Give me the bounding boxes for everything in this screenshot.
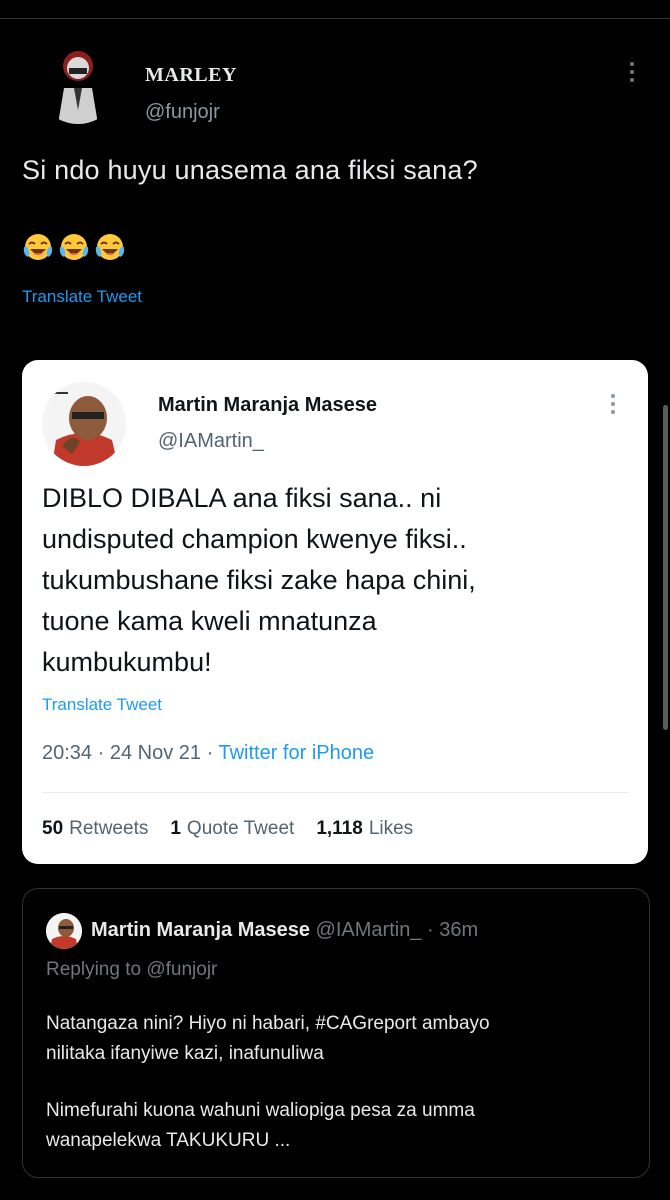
meta-separator: · xyxy=(206,742,214,764)
tweet-time[interactable]: 20:34 xyxy=(42,742,92,764)
face-with-tears-of-joy-icon xyxy=(59,234,89,260)
tweet-date[interactable]: 24 Nov 21 xyxy=(110,742,201,764)
reply-text-line: Natangaza nini? Hiyo ni habari, #CAGrepo… xyxy=(46,1013,490,1034)
tweet-timestamp-row: 20:34 · 24 Nov 21 · Twitter for iPhone xyxy=(42,742,374,765)
tweet-source-link[interactable]: Twitter for iPhone xyxy=(218,742,374,764)
marley-avatar[interactable] xyxy=(36,40,120,124)
more-options-icon[interactable] xyxy=(629,62,635,82)
quoted-text-line: tuone kama kweli mnatunza xyxy=(42,606,377,636)
quoted-author-name[interactable]: Martin Maranja Masese xyxy=(158,394,377,417)
retweets-stat[interactable]: 50 Retweets xyxy=(42,818,148,840)
quoted-tweet-card[interactable]: Martin Maranja Masese @IAMartin_ DIBLO D… xyxy=(22,360,648,864)
face-with-tears-of-joy-icon xyxy=(95,234,125,260)
quoted-text-line: kumbukumbu! xyxy=(42,647,212,677)
face-with-tears-of-joy-icon xyxy=(23,234,53,260)
reply-author-avatar[interactable] xyxy=(46,913,82,949)
reply-separator: · xyxy=(427,919,434,941)
martin-avatar[interactable] xyxy=(42,382,126,466)
quoted-tweet-text: DIBLO DIBALA ana fiksi sana.. ni undispu… xyxy=(42,478,632,683)
quoted-text-line: tukumbushane fiksi zake hapa chini, xyxy=(42,565,476,595)
scrollbar[interactable] xyxy=(663,405,668,730)
emoji-row xyxy=(22,231,126,263)
reply-text-line: nilitaka ifanyiwe kazi, inafunuliwa xyxy=(46,1043,324,1064)
quote-tweets-stat[interactable]: 1 Quote Tweet xyxy=(170,818,294,840)
quoted-translate-tweet-link[interactable]: Translate Tweet xyxy=(42,695,162,715)
translate-tweet-link[interactable]: Translate Tweet xyxy=(22,287,142,307)
stats-divider xyxy=(42,792,628,793)
reply-paragraph-1: Natangaza nini? Hiyo ni habari, #CAGrepo… xyxy=(46,1009,626,1069)
replying-to-line: Replying to @funjojr xyxy=(46,959,217,981)
reply-text-line: wanapelekwa TAKUKURU ... xyxy=(46,1130,291,1151)
main-author-name[interactable]: MARLEY xyxy=(145,64,237,87)
engagement-stats: 50 Retweets 1 Quote Tweet 1,118 Likes xyxy=(42,818,413,840)
reply-text-line: Nimefurahi kuona wahuni waliopiga pesa z… xyxy=(46,1100,475,1121)
reply-header: Martin Maranja Masese @IAMartin_ · 36m xyxy=(91,919,478,942)
top-divider xyxy=(0,18,670,19)
quoted-text-line: DIBLO DIBALA ana fiksi sana.. ni xyxy=(42,483,442,513)
quoted-text-line: undisputed champion kwenye fiksi.. xyxy=(42,524,467,554)
replying-label: Replying to xyxy=(46,959,142,980)
main-author-handle[interactable]: @funjojr xyxy=(145,101,220,124)
main-tweet-text: Si ndo huyu unasema ana fiksi sana? xyxy=(22,155,478,185)
quoted-author-handle[interactable]: @IAMartin_ xyxy=(158,430,264,453)
reply-author-name[interactable]: Martin Maranja Masese xyxy=(91,919,310,941)
reply-paragraph-2: Nimefurahi kuona wahuni waliopiga pesa z… xyxy=(46,1096,626,1156)
quoted-more-options-icon[interactable] xyxy=(610,394,616,414)
reply-time[interactable]: 36m xyxy=(439,919,478,941)
reply-tweet-card[interactable]: Martin Maranja Masese @IAMartin_ · 36m R… xyxy=(22,888,650,1178)
replying-to-handle[interactable]: @funjojr xyxy=(146,959,217,980)
reply-author-handle[interactable]: @IAMartin_ xyxy=(316,919,422,941)
meta-separator: · xyxy=(97,742,105,764)
likes-stat[interactable]: 1,118 Likes xyxy=(316,818,413,840)
